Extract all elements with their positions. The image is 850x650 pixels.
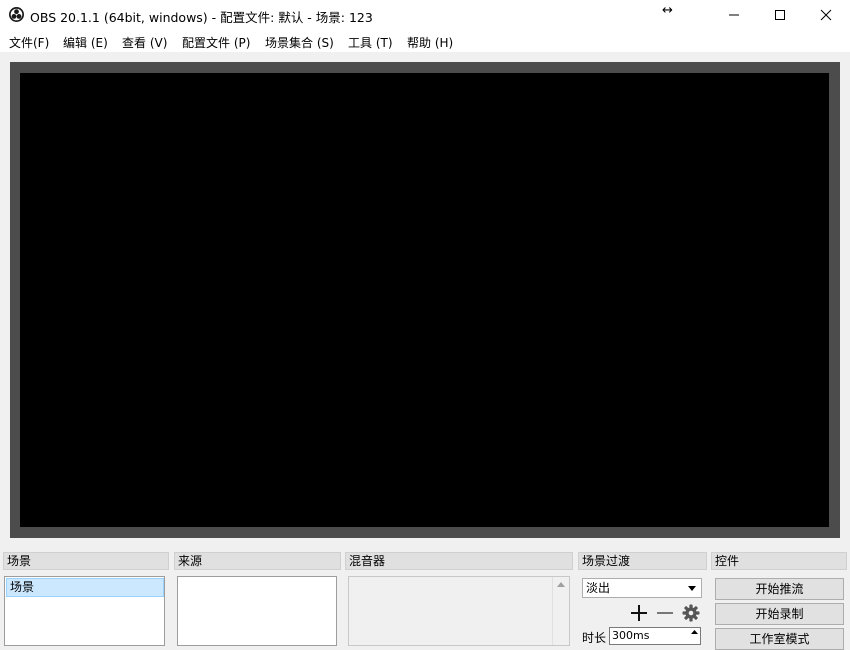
menu-file[interactable]: 文件(F) — [9, 34, 49, 51]
transitions-dock-title: 场景过渡 — [578, 552, 707, 570]
controls-dock-title: 控件 — [711, 552, 847, 570]
menu-edit[interactable]: 编辑 (E) — [63, 34, 108, 51]
scenes-dock-title: 场景 — [3, 552, 169, 570]
preview-frame — [10, 62, 840, 538]
menu-bar: 文件(F) 编辑 (E) 查看 (V) 配置文件 (P) 场景集合 (S) 工具… — [0, 30, 850, 52]
studio-mode-button[interactable]: 工作室模式 — [715, 628, 844, 650]
minimize-icon — [729, 14, 739, 16]
maximize-icon — [775, 10, 785, 20]
menu-tools[interactable]: 工具 (T) — [348, 34, 393, 51]
mixer-dock-title: 混音器 — [345, 552, 573, 570]
scene-list-item[interactable]: 场景 — [6, 578, 164, 597]
obs-logo-icon — [9, 7, 24, 22]
menu-help[interactable]: 帮助 (H) — [407, 34, 453, 51]
close-button[interactable] — [803, 0, 849, 30]
duration-value: 300ms — [612, 629, 650, 642]
scenes-list[interactable]: 场景 — [4, 576, 165, 646]
minimize-button[interactable] — [711, 0, 757, 30]
start-recording-button[interactable]: 开始录制 — [715, 603, 844, 625]
close-icon — [820, 9, 832, 21]
transition-select[interactable]: 淡出 — [582, 578, 702, 598]
scroll-up-icon — [557, 582, 565, 587]
duration-label: 时长 — [582, 631, 607, 645]
sources-dock-title: 来源 — [174, 552, 341, 570]
title-bar: OBS 20.1.1 (64bit, windows) - 配置文件: 默认 -… — [0, 0, 850, 30]
chevron-down-icon — [688, 586, 696, 591]
window-title: OBS 20.1.1 (64bit, windows) - 配置文件: 默认 -… — [30, 10, 373, 25]
menu-scene-collection[interactable]: 场景集合 (S) — [265, 34, 334, 51]
maximize-button[interactable] — [757, 0, 803, 30]
spin-up-icon[interactable] — [691, 630, 698, 634]
transition-selected-value: 淡出 — [586, 581, 611, 595]
duration-input[interactable]: 300ms — [609, 627, 701, 645]
remove-transition-icon[interactable] — [656, 604, 674, 622]
mixer-scrollbar[interactable] — [552, 577, 569, 645]
preview-canvas[interactable] — [20, 73, 829, 527]
resize-cursor-icon: ↔ — [662, 3, 673, 18]
start-streaming-button[interactable]: 开始推流 — [715, 578, 844, 600]
menu-view[interactable]: 查看 (V) — [122, 34, 167, 51]
audio-mixer-panel — [348, 576, 570, 646]
gear-icon[interactable] — [682, 604, 700, 622]
add-transition-icon[interactable] — [630, 604, 648, 622]
sources-list[interactable] — [177, 576, 337, 646]
menu-profile[interactable]: 配置文件 (P) — [182, 34, 250, 51]
